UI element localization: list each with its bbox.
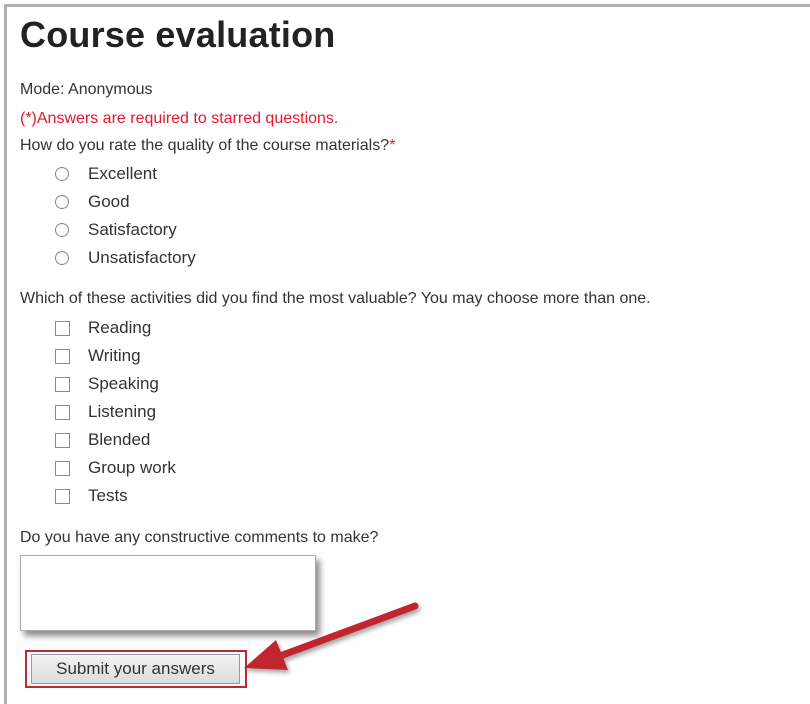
option-label: Excellent (88, 164, 157, 183)
question-3-text: Do you have any constructive comments to… (20, 529, 379, 546)
option-label: Good (88, 192, 130, 211)
radio-button[interactable] (55, 251, 69, 265)
checkbox-option-speaking[interactable]: Speaking (55, 373, 159, 395)
checkbox[interactable] (55, 488, 70, 504)
checkbox-option-group-work[interactable]: Group work (55, 457, 176, 479)
mode-label: Mode: Anonymous (20, 81, 153, 98)
radio-option-satisfactory[interactable]: Satisfactory (55, 219, 177, 241)
checkbox[interactable] (55, 376, 70, 392)
radio-option-good[interactable]: Good (55, 191, 130, 213)
checkbox-option-tests[interactable]: Tests (55, 485, 128, 507)
radio-button[interactable] (55, 195, 69, 209)
option-label: Group work (88, 458, 176, 477)
checkbox-option-blended[interactable]: Blended (55, 429, 150, 451)
question-1: How do you rate the quality of the cours… (20, 136, 395, 156)
option-label: Satisfactory (88, 220, 177, 239)
checkbox-option-reading[interactable]: Reading (55, 317, 151, 339)
checkbox[interactable] (55, 320, 70, 336)
radio-button[interactable] (55, 223, 69, 237)
annotation-arrow-icon (244, 602, 419, 670)
option-label: Listening (88, 402, 157, 421)
option-label: Speaking (88, 374, 159, 393)
page-title: Course evaluation (20, 14, 336, 55)
checkbox-option-listening[interactable]: Listening (55, 401, 156, 423)
required-star: * (389, 137, 396, 154)
checkbox[interactable] (55, 432, 70, 448)
submit-answers-button[interactable]: Submit your answers (31, 654, 240, 684)
option-label: Tests (88, 486, 128, 505)
checkbox-option-writing[interactable]: Writing (55, 345, 141, 367)
question-1-text: How do you rate the quality of the cours… (20, 137, 390, 154)
checkbox[interactable] (55, 460, 70, 476)
radio-option-excellent[interactable]: Excellent (55, 163, 157, 185)
option-label: Unsatisfactory (88, 248, 196, 267)
question-2-text: Which of these activities did you find t… (20, 290, 651, 307)
checkbox[interactable] (55, 348, 70, 364)
checkbox[interactable] (55, 404, 70, 420)
option-label: Blended (88, 430, 151, 449)
option-label: Reading (88, 318, 152, 337)
required-note: (*)Answers are required to starred quest… (20, 110, 339, 127)
radio-button[interactable] (55, 167, 69, 181)
option-label: Writing (88, 346, 141, 365)
radio-option-unsatisfactory[interactable]: Unsatisfactory (55, 247, 196, 269)
